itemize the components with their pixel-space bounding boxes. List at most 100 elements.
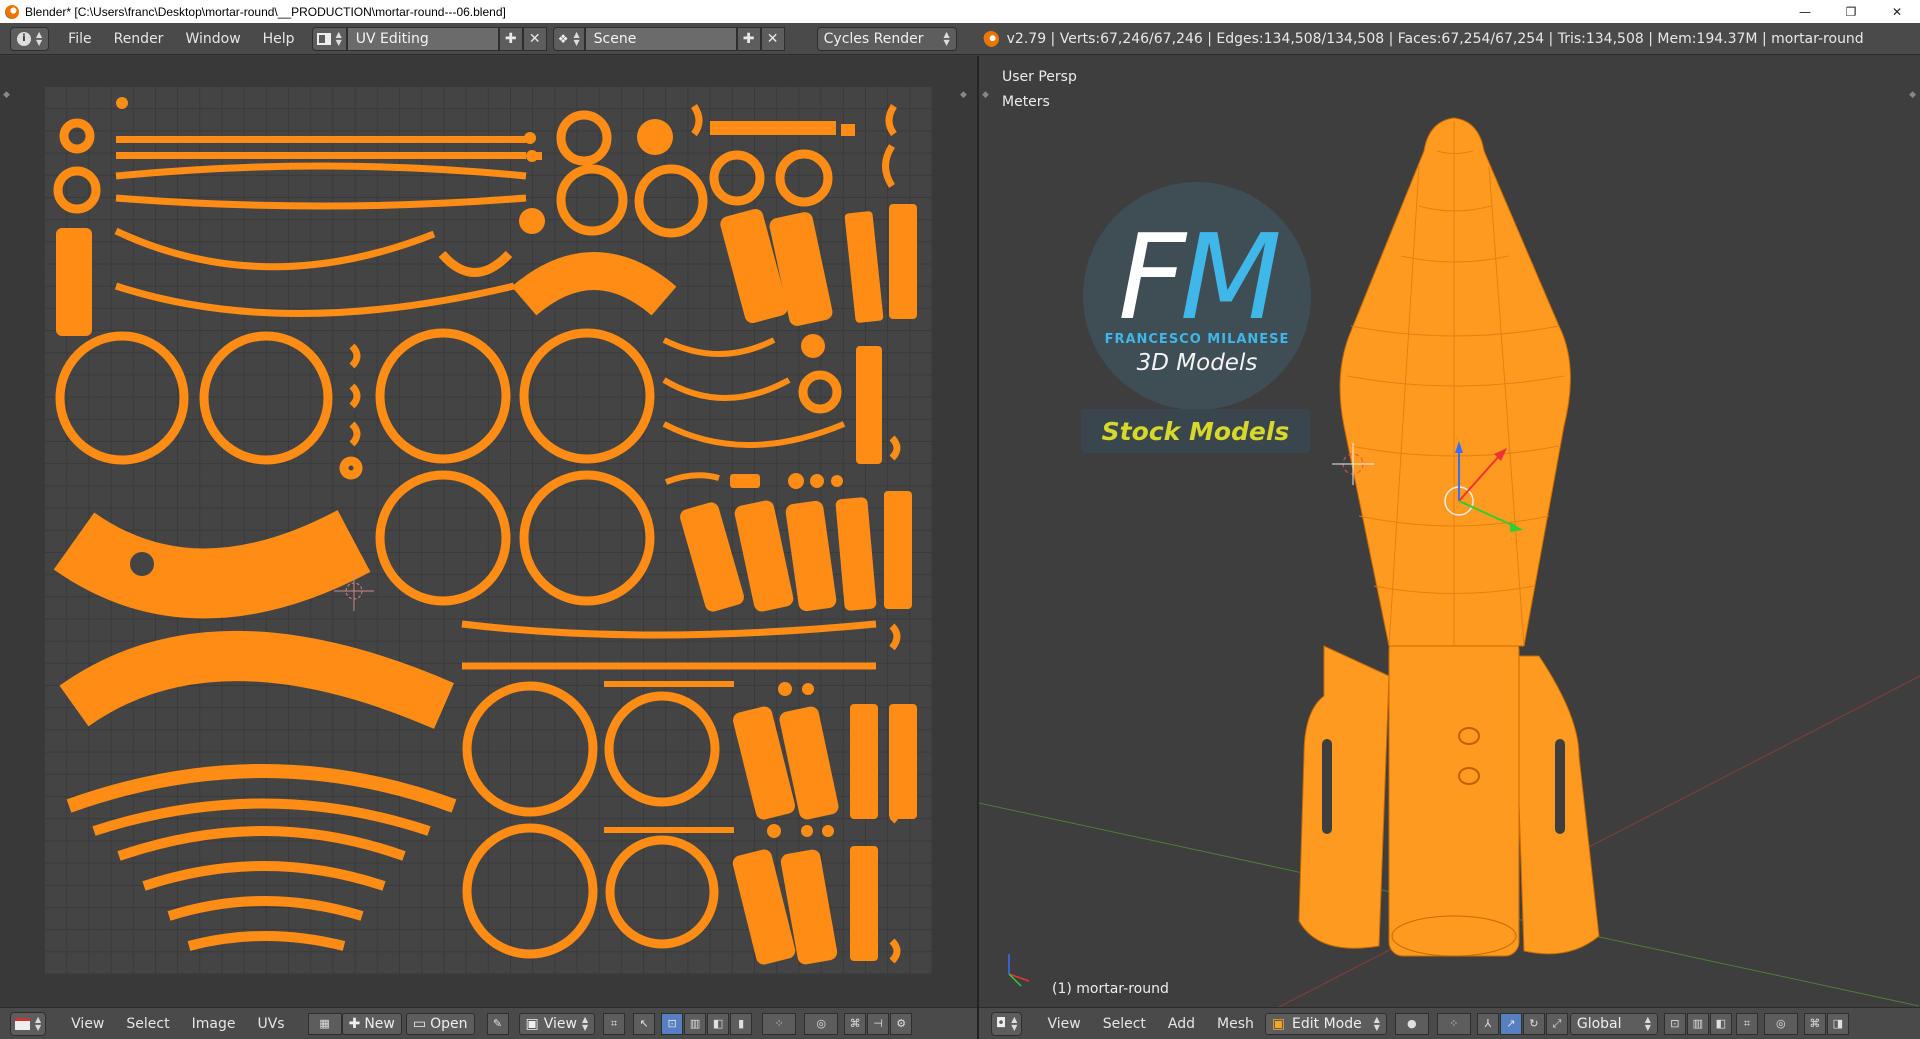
uv-island [856,346,882,464]
cursor-icon[interactable]: ↖ [633,1012,656,1035]
menu-render[interactable]: Render [103,31,175,47]
3d-viewport[interactable]: ◆ ◆ User Persp Meters FM FRANCESCO MILAN… [979,56,1920,1007]
uv-island [116,136,526,143]
close-button[interactable]: ✕ [1874,0,1920,23]
image-browse-button[interactable]: ▦ [307,1012,342,1035]
minimize-button[interactable]: — [1782,0,1828,23]
mode-dropdown[interactable]: ▣ Edit Mode ▲ ▼ [1264,1012,1387,1035]
menu-help[interactable]: Help [252,31,306,47]
translate-manipulator-icon[interactable]: ↗ [1499,1012,1522,1035]
snap-target-icon[interactable]: ⊣ [867,1012,890,1035]
menu-file[interactable]: File [57,31,102,47]
view-mode-icon: ▣ [525,1015,539,1032]
uv-menu-view[interactable]: View [60,1016,115,1032]
uv-island [349,383,361,409]
menu-window[interactable]: Window [174,31,251,47]
mortar-round-mesh [1298,117,1600,957]
render-engine-dropdown[interactable]: Cycles Render ▲ ▼ [816,26,957,51]
image-icon: ▦ [319,1017,330,1030]
uv-island [114,227,436,271]
uv-island [530,152,542,160]
uv-sync-select-icon[interactable]: ⌗ [603,1012,626,1035]
uv-menu-select[interactable]: Select [115,1016,180,1032]
layout-name-field[interactable]: UV Editing [346,26,499,51]
layout-grid-icon [316,32,331,45]
transform-orientation-dropdown[interactable]: Global ▲ ▼ [1569,1012,1658,1035]
pivot-icon: ⁘ [1449,1017,1459,1030]
pin-icon[interactable]: ✎ [486,1012,509,1035]
uv-island [889,204,917,319]
uv-image-editor[interactable]: ◆ ◆ [0,56,977,1007]
edge-select-icon[interactable]: ▥ [1686,1012,1709,1035]
scene-name-field[interactable]: Scene [584,26,737,51]
uv-island [167,896,364,921]
plus-icon: ✚ [504,30,517,47]
pivot-point-dropdown[interactable]: ⁘ [762,1012,797,1035]
limit-selection-icon[interactable]: ⌗ [1735,1012,1758,1035]
chevron-updown-icon: ▲ ▼ [335,29,342,47]
uv-canvas[interactable] [44,86,932,974]
maximize-button[interactable]: ❐ [1828,0,1874,23]
3d-menu-mesh[interactable]: Mesh [1206,1016,1265,1032]
proportional-edit-dropdown[interactable]: ◎ [1763,1012,1798,1035]
edge-select-icon[interactable]: ▥ [684,1012,707,1035]
chevron-updown-icon: ▲ ▼ [1373,1014,1380,1032]
3d-menu-add[interactable]: Add [1157,1016,1206,1032]
uv-island [59,118,95,154]
close-icon: ✕ [528,30,541,47]
add-scene-button[interactable]: ✚ [736,26,761,51]
proportional-edit-dropdown[interactable]: ◎ [804,1012,839,1035]
rotate-manipulator-icon[interactable]: ↻ [1522,1012,1545,1035]
delete-layout-button[interactable]: ✕ [522,26,547,51]
uv-menu-uvs[interactable]: UVs [246,1016,295,1032]
logo-subtitle: 3D Models [1136,350,1258,376]
uv-island [115,162,527,180]
watermark-logo: FM FRANCESCO MILANESE 3D Models [1083,182,1311,410]
vertex-select-icon[interactable]: ⊡ [1663,1012,1686,1035]
layout-selector-button[interactable]: ▲ ▼ [311,26,347,51]
region-toggle-icon[interactable]: ◆ [3,90,10,100]
face-select-icon[interactable]: ◧ [707,1012,730,1035]
uv-island [53,166,101,214]
window-title: Blender* [C:\Users\franc\Desktop\mortar-… [25,4,506,19]
snap-icon[interactable]: ⌘ [844,1012,867,1035]
delete-scene-button[interactable]: ✕ [760,26,785,51]
face-select-icon[interactable]: ◧ [1709,1012,1732,1035]
snap-element-icon[interactable]: ◨ [1826,1012,1849,1035]
render-preview-icon[interactable]: ⚙ [890,1012,913,1035]
uv-island [462,681,598,817]
render-engine-label: Cycles Render [823,30,924,47]
3d-editor-type-button[interactable]: ◘ ▲ ▼ [991,1011,1023,1036]
uv-island [116,97,128,109]
vertex-select-icon[interactable]: ⊡ [661,1012,684,1035]
scene-selector-button[interactable]: ❖ ▲ ▼ [552,26,585,51]
uv-editor-type-button[interactable]: ▲ ▼ [10,1011,47,1036]
3d-menu-view[interactable]: View [1036,1016,1091,1032]
manipulator-toggle-icon[interactable]: ⅄ [1476,1012,1499,1035]
new-image-button[interactable]: ✚ New [341,1012,402,1035]
island-select-icon[interactable]: ▮ [730,1012,753,1035]
uv-island [802,683,814,695]
snap-icon[interactable]: ⌘ [1803,1012,1826,1035]
editor-type-button[interactable]: i ▲ ▼ [10,26,50,51]
uv-island [801,334,825,358]
uv-island [53,509,371,619]
logo-name: FRANCESCO MILANESE [1104,332,1290,347]
uv-island [798,370,842,414]
3d-menu-select[interactable]: Select [1092,1016,1157,1032]
uv-island [556,110,612,166]
scale-manipulator-icon[interactable]: ⤢ [1545,1012,1568,1035]
pivot-point-dropdown[interactable]: ⁘ [1436,1012,1471,1035]
uv-island [822,825,834,837]
close-icon: ✕ [766,30,779,47]
uv-island [884,491,912,609]
region-toggle-icon[interactable]: ◆ [960,90,967,100]
add-layout-button[interactable]: ✚ [498,26,523,51]
mesh-fin-left [1298,645,1390,949]
uv-island [142,861,386,891]
open-image-button[interactable]: ▭ Open [405,1012,475,1035]
viewport-shading-dropdown[interactable]: ● [1394,1012,1429,1035]
mesh-body [1339,117,1571,647]
uv-view-mode-dropdown[interactable]: ▣ View ▲ ▼ [518,1012,596,1035]
uv-menu-image[interactable]: Image [181,1016,247,1032]
